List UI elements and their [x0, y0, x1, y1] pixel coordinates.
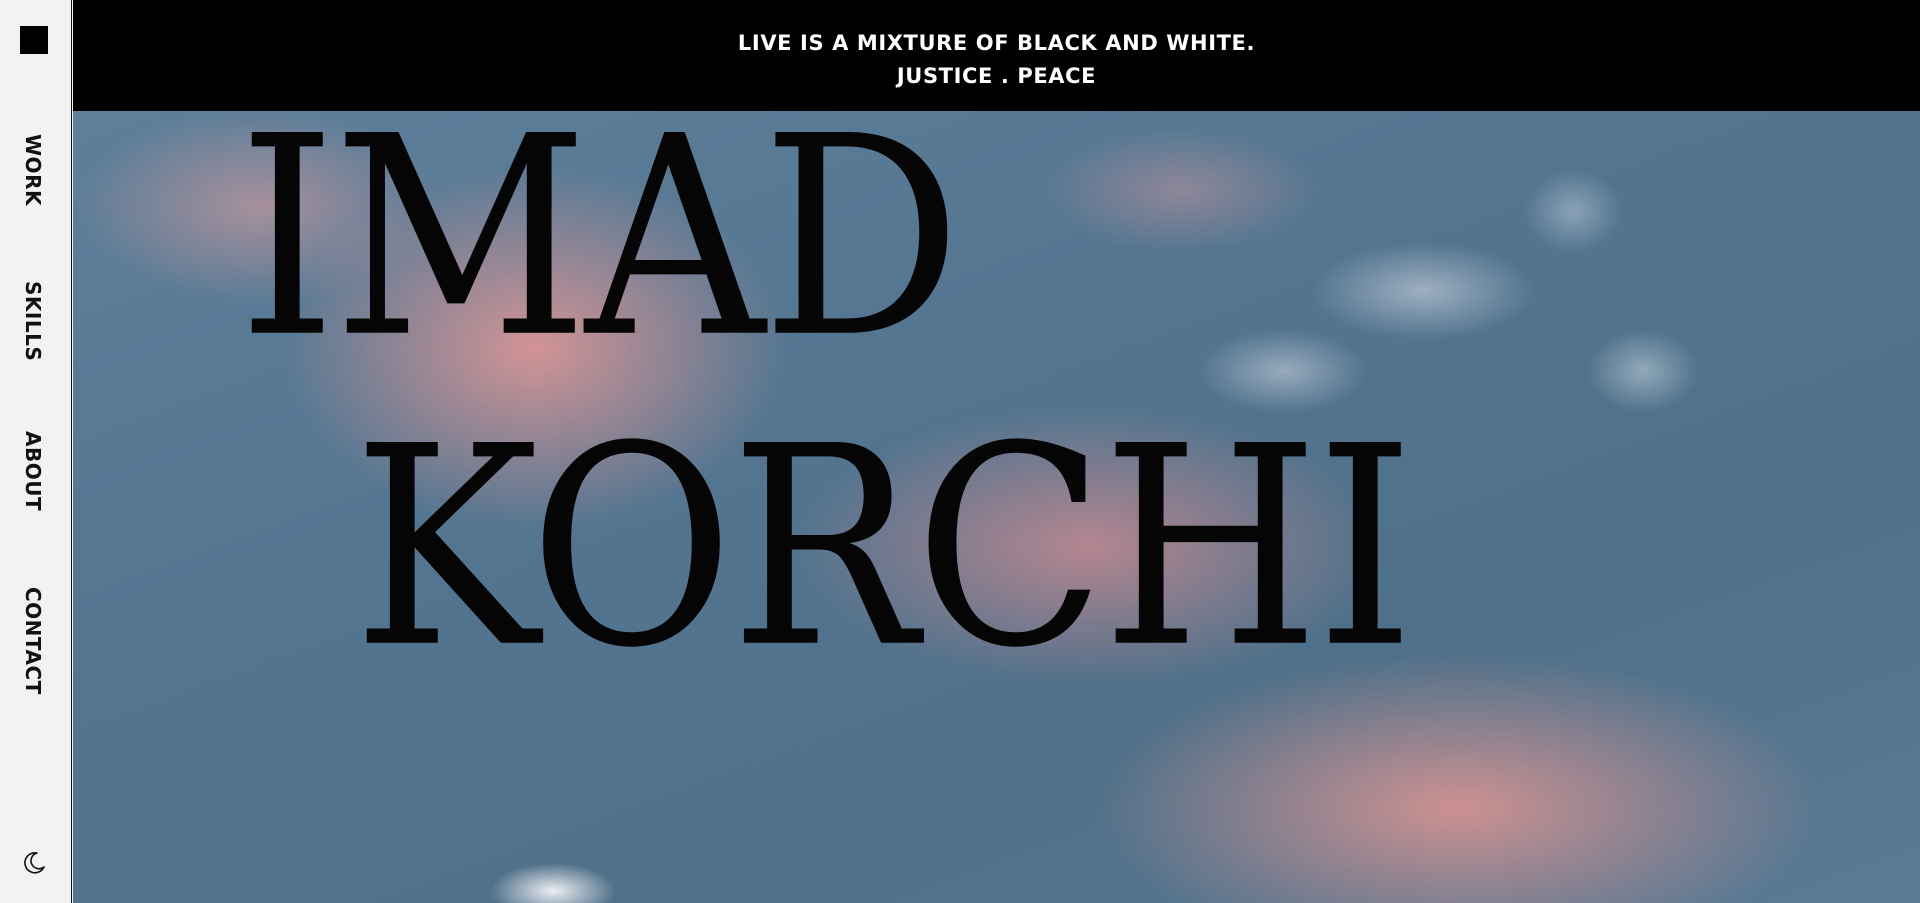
nav-item-skills-label: SKILLS: [21, 281, 45, 362]
nav-item-work[interactable]: WORK: [0, 134, 66, 206]
hero-first-name: IMAD: [238, 111, 962, 399]
logo-square-icon[interactable]: [20, 26, 48, 54]
nav-item-about-label: ABOUT: [21, 431, 45, 512]
nav-item-work-label: WORK: [21, 134, 45, 206]
quote-banner: LIVE IS A MIXTURE OF BLACK AND WHITE. JU…: [73, 0, 1920, 111]
nav-item-skills[interactable]: SKILLS: [0, 281, 66, 361]
hero-section: IMAD KORCHI: [73, 111, 1920, 903]
nav-item-contact-label: CONTACT: [21, 587, 45, 695]
sidebar: WORK SKILLS ABOUT CONTACT: [0, 0, 72, 903]
nav-item-contact[interactable]: CONTACT: [0, 587, 66, 695]
banner-line-1: LIVE IS A MIXTURE OF BLACK AND WHITE.: [737, 31, 1256, 55]
hero-last-name: KORCHI: [353, 388, 1415, 709]
nav-item-about[interactable]: ABOUT: [0, 431, 66, 511]
banner-line-2: JUSTICE . PEACE: [896, 64, 1097, 88]
moon-icon[interactable]: [21, 850, 47, 876]
